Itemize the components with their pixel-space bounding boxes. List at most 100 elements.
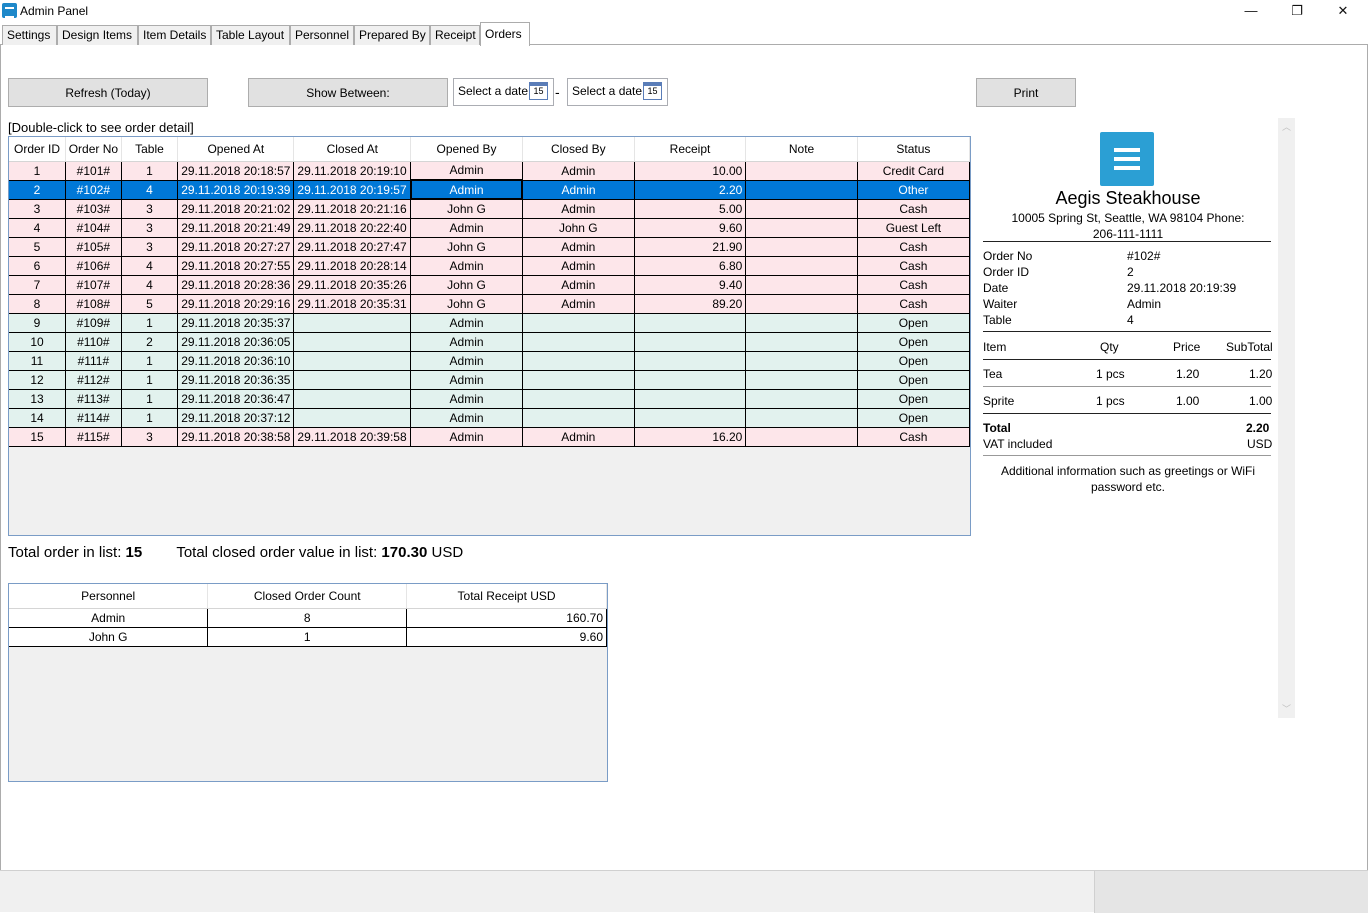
restaurant-address: 10005 Spring St, Seattle, WA 98104 Phone…: [998, 210, 1258, 242]
note: [745, 161, 858, 181]
column-header-table[interactable]: Table: [121, 137, 179, 162]
divider: [983, 413, 1271, 414]
table-row[interactable]: 3 #103# 3 29.11.2018 20:21:02 29.11.2018 20:…: [9, 199, 970, 219]
tab-item-details[interactable]: Item Details: [138, 25, 211, 45]
waiter-value: Admin: [1127, 297, 1162, 311]
print-button[interactable]: Print: [976, 78, 1076, 107]
close-button[interactable]: ✕: [1320, 0, 1366, 22]
closed-by: Admin: [522, 180, 635, 200]
calendar-icon[interactable]: 15: [643, 82, 662, 100]
closed-by: Admin: [522, 237, 635, 257]
closed-by: [522, 370, 635, 390]
total-order-label: Total order in list:: [8, 544, 126, 561]
column-header-closed-by[interactable]: Closed By: [522, 137, 635, 162]
table-row[interactable]: 1 #101# 1 29.11.2018 20:18:57 29.11.2018 20:…: [9, 161, 970, 181]
note: [745, 332, 858, 352]
opened-at: 29.11.2018 20:35:37: [177, 313, 295, 333]
orders-header-row: Order ID Order No Table Opened At Closed…: [9, 137, 970, 162]
receipt-amount: [634, 313, 747, 333]
column-header-status[interactable]: Status: [857, 137, 970, 162]
restore-button[interactable]: ❐: [1274, 0, 1320, 22]
orders-grid[interactable]: Order ID Order No Table Opened At Closed…: [8, 136, 971, 536]
opened-at: 29.11.2018 20:36:10: [177, 351, 295, 371]
column-header-personnel[interactable]: Personnel: [9, 584, 209, 609]
date-from-picker[interactable]: Select a date 15: [453, 78, 554, 106]
receipt-scrollbar[interactable]: ︿ ﹀: [1278, 118, 1295, 718]
show-between-button[interactable]: Show Between:: [248, 78, 448, 107]
table-number: 1: [121, 370, 179, 390]
table-number: 1: [121, 313, 179, 333]
minimize-button[interactable]: —: [1228, 0, 1274, 22]
column-header-note[interactable]: Note: [745, 137, 858, 162]
calendar-icon[interactable]: 15: [529, 82, 548, 100]
column-header-total-receipt[interactable]: Total Receipt USD: [406, 584, 607, 609]
table-row[interactable]: 6 #106# 4 29.11.2018 20:27:55 29.11.2018 20:…: [9, 256, 970, 276]
closed-by: Admin: [522, 199, 635, 219]
table-row[interactable]: 8 #108# 5 29.11.2018 20:29:16 29.11.2018 20:…: [9, 294, 970, 314]
note: [745, 408, 858, 428]
date-value: 29.11.2018 20:19:39: [1127, 281, 1237, 295]
order-status: Open: [857, 313, 970, 333]
note: [745, 389, 858, 409]
total-label: Total: [983, 421, 1011, 435]
scroll-down-icon[interactable]: ﹀: [1278, 702, 1295, 715]
tab-receipt[interactable]: Receipt: [430, 25, 480, 45]
tab-settings[interactable]: Settings: [2, 25, 57, 45]
tab-prepared-by[interactable]: Prepared By: [354, 25, 430, 45]
personnel-grid[interactable]: Personnel Closed Order Count Total Recei…: [8, 583, 608, 782]
opened-by: John G: [410, 294, 523, 314]
column-header-opened-by[interactable]: Opened By: [410, 137, 523, 162]
table-row[interactable]: 12 #112# 1 29.11.2018 20:36:35 Admin Open: [9, 370, 970, 390]
tab-personnel[interactable]: Personnel: [290, 25, 354, 45]
table-row[interactable]: 5 #105# 3 29.11.2018 20:27:27 29.11.2018 20:…: [9, 237, 970, 257]
scroll-up-icon[interactable]: ︿: [1278, 120, 1295, 133]
column-header-order-id[interactable]: Order ID: [9, 137, 67, 162]
column-header-closed-at[interactable]: Closed At: [293, 137, 412, 162]
table-row[interactable]: 10 #110# 2 29.11.2018 20:36:05 Admin Open: [9, 332, 970, 352]
column-header-closed-order-count[interactable]: Closed Order Count: [207, 584, 408, 609]
date-to-picker[interactable]: Select a date 15: [567, 78, 668, 106]
status-bar: [0, 870, 1368, 913]
subtotal-header: SubTotal: [1226, 340, 1273, 354]
order-id: 12: [9, 370, 67, 390]
order-status: Other: [857, 180, 970, 200]
total-amount: 2.20: [1246, 421, 1270, 435]
personnel-header-row: Personnel Closed Order Count Total Recei…: [9, 584, 607, 609]
table-number: 1: [121, 161, 179, 181]
table-number: 3: [121, 218, 179, 238]
refresh-today-button[interactable]: Refresh (Today): [8, 78, 208, 107]
table-row[interactable]: 4 #104# 3 29.11.2018 20:21:49 29.11.2018 20:…: [9, 218, 970, 238]
table-row[interactable]: Admin 8 160.70: [9, 608, 607, 628]
column-header-opened-at[interactable]: Opened At: [177, 137, 295, 162]
order-id: 7: [9, 275, 67, 295]
order-no: #111#: [65, 351, 122, 371]
table-row[interactable]: 11 #111# 1 29.11.2018 20:36:10 Admin Open: [9, 351, 970, 371]
table-row[interactable]: 2 #102# 4 29.11.2018 20:19:39 29.11.2018 20:…: [9, 179, 970, 200]
table-row[interactable]: 13 #113# 1 29.11.2018 20:36:47 Admin Open: [9, 389, 970, 409]
order-id: 14: [9, 408, 67, 428]
receipt-amount: [634, 389, 747, 409]
opened-by: Admin: [410, 161, 523, 181]
note: [745, 180, 858, 200]
table-row[interactable]: 9 #109# 1 29.11.2018 20:35:37 Admin Open: [9, 313, 970, 333]
total-currency: USD: [427, 544, 464, 561]
note: [745, 218, 858, 238]
total-order-count: 15: [125, 544, 143, 561]
restaurant-name: Aegis Steakhouse: [1055, 188, 1201, 208]
table-row[interactable]: 7 #107# 4 29.11.2018 20:28:36 29.11.2018 20:…: [9, 275, 970, 295]
opened-by: John G: [410, 237, 523, 257]
table-row[interactable]: John G 1 9.60: [9, 627, 607, 647]
tab-orders[interactable]: Orders: [480, 22, 530, 46]
table-row[interactable]: 14 #114# 1 29.11.2018 20:37:12 Admin Open: [9, 408, 970, 428]
table-row[interactable]: 15 #115# 3 29.11.2018 20:38:58 29.11.2018 20…: [9, 427, 970, 447]
order-no: #105#: [65, 237, 122, 257]
double-click-hint: [Double-click to see order detail]: [8, 120, 194, 135]
opened-at: 29.11.2018 20:28:36: [177, 275, 295, 295]
column-header-order-no[interactable]: Order No: [65, 137, 122, 162]
closed-at: 29.11.2018 20:35:31: [293, 294, 412, 314]
item-name: Tea: [983, 367, 1003, 381]
tab-table-layout[interactable]: Table Layout: [211, 25, 290, 45]
receipt-footer: Additional information such as greetings…: [998, 463, 1258, 495]
column-header-receipt[interactable]: Receipt: [634, 137, 747, 162]
tab-design-items[interactable]: Design Items: [57, 25, 138, 45]
